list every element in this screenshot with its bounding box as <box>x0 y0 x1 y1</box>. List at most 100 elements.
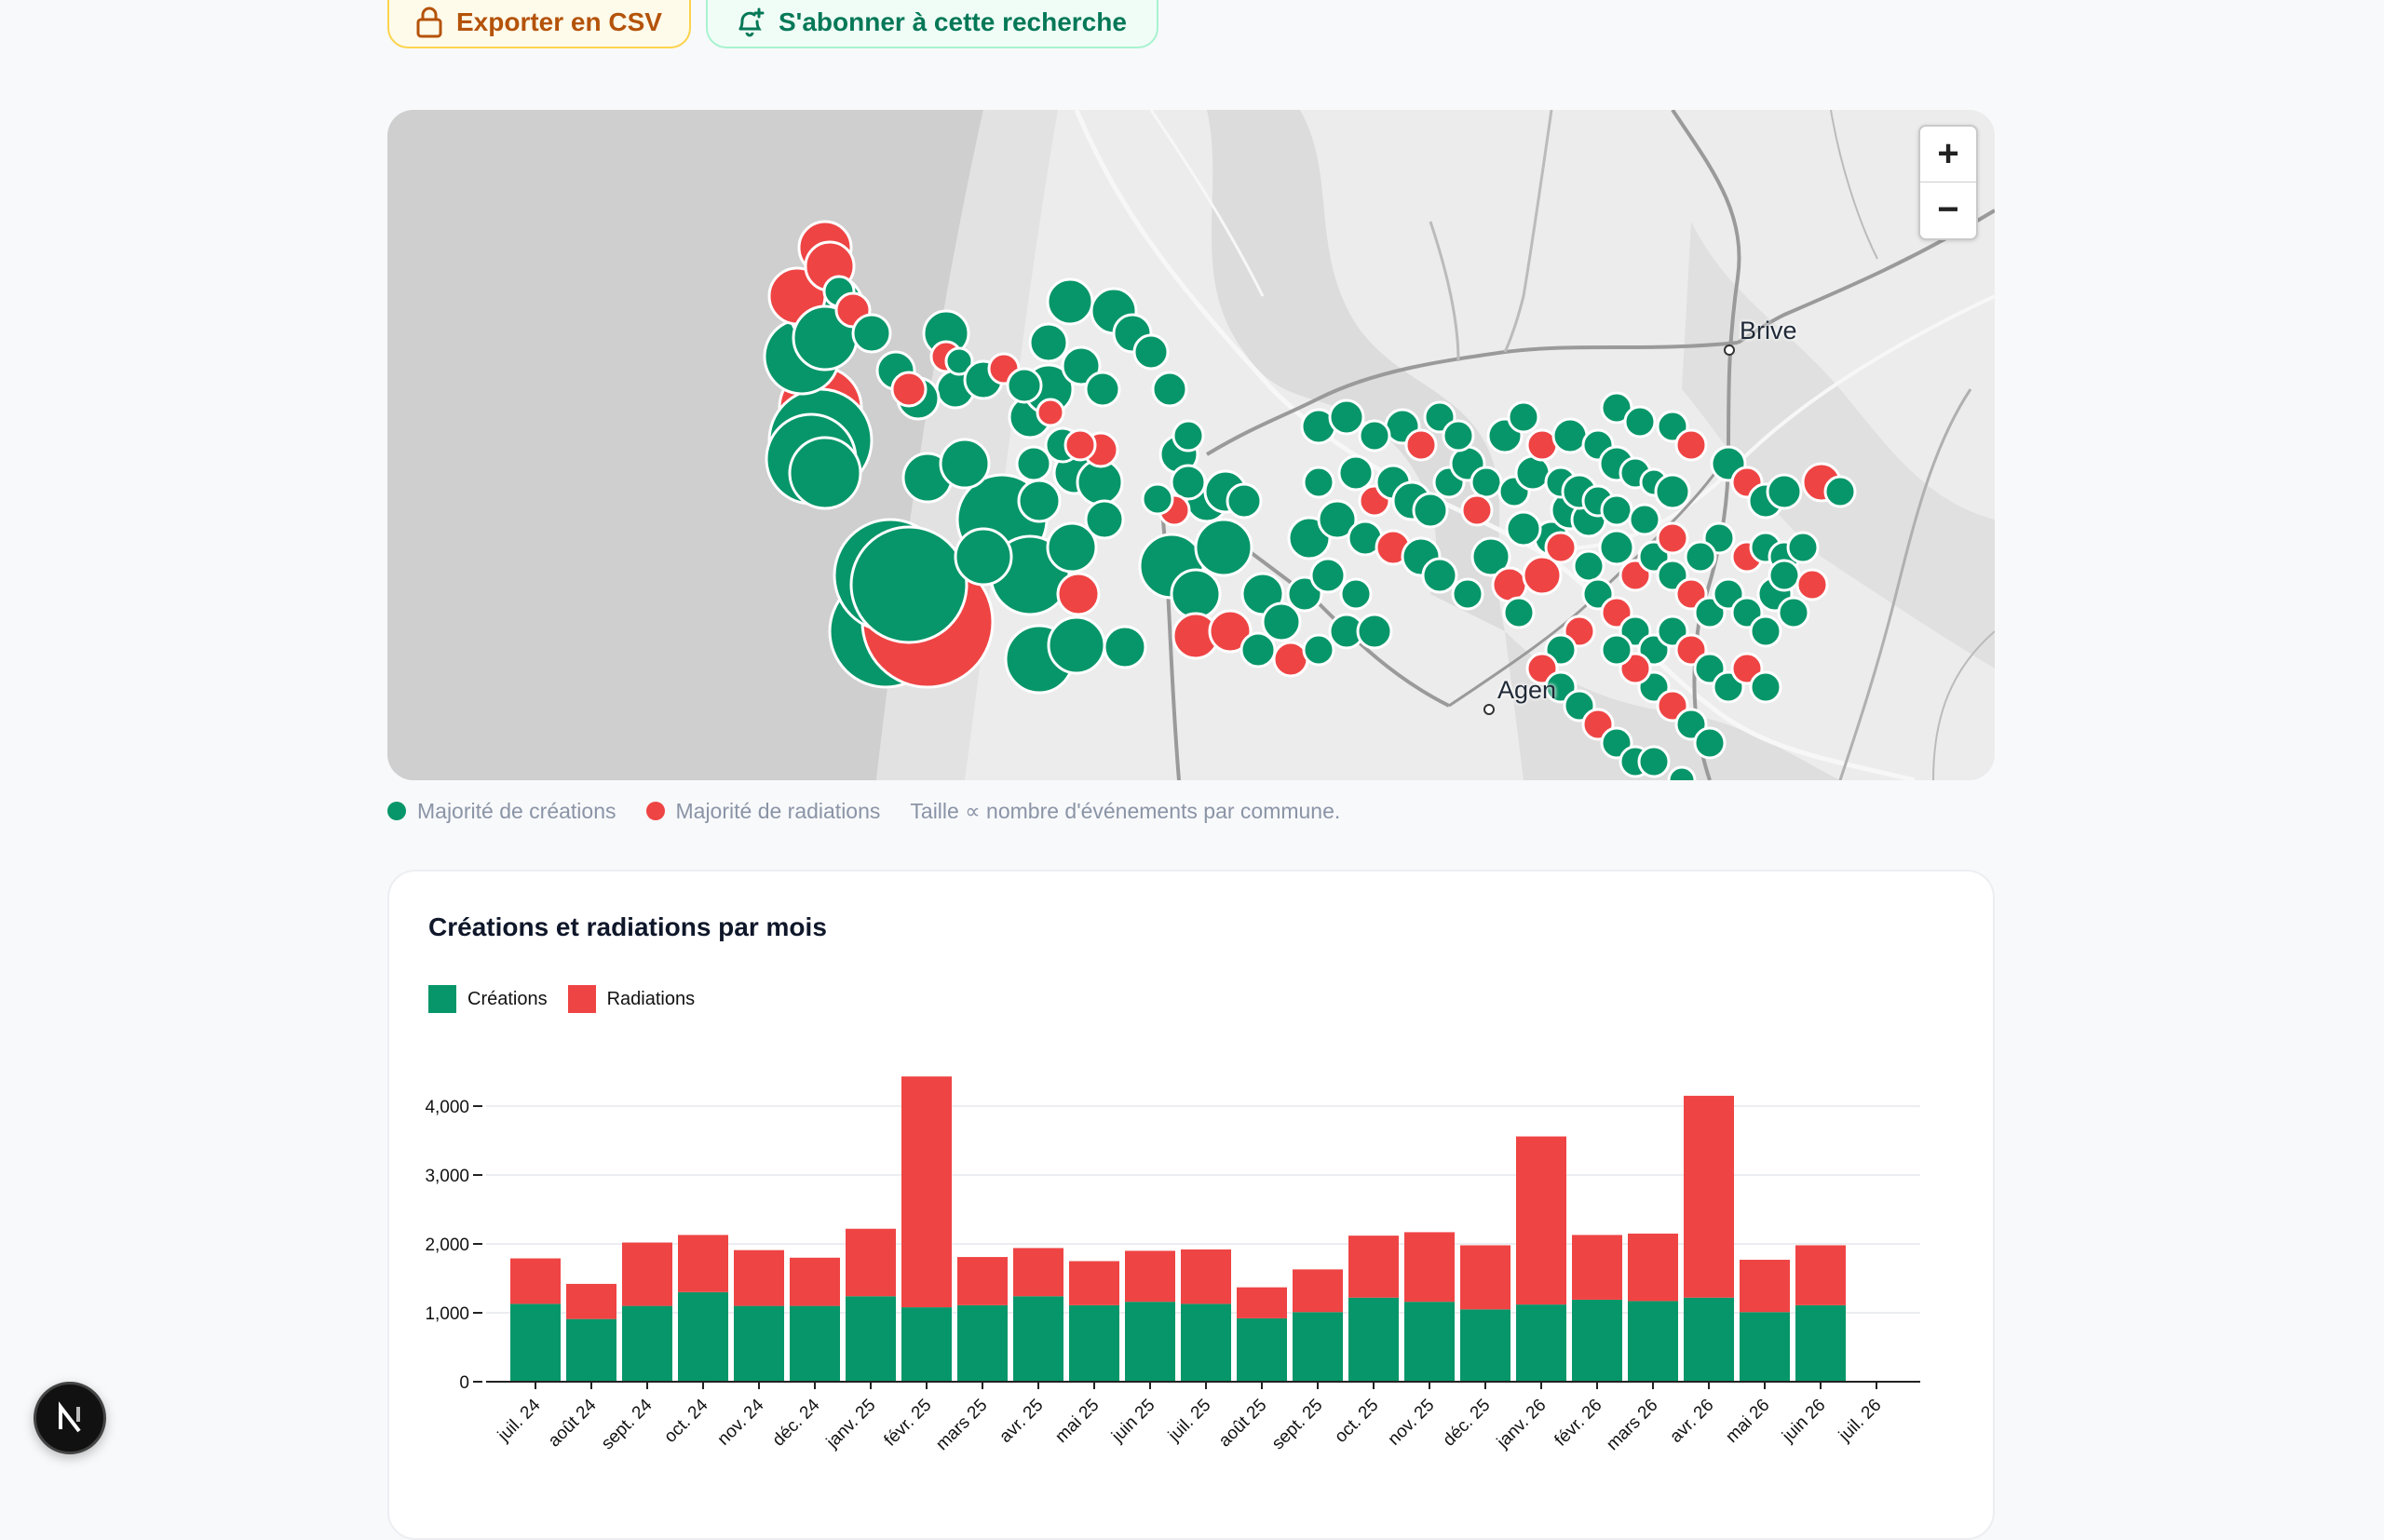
commune-bubble-radiations[interactable] <box>1272 641 1309 678</box>
commune-bubble-radiations[interactable] <box>1063 428 1097 462</box>
bar-radiations[interactable] <box>846 1228 896 1297</box>
nextjs-dev-badge[interactable] <box>34 1382 106 1454</box>
commune-bubble-creations[interactable] <box>1768 559 1801 592</box>
bar-radiations[interactable] <box>1181 1249 1231 1304</box>
commune-bubble-creations[interactable] <box>1505 510 1542 547</box>
bar-radiations[interactable] <box>1237 1287 1287 1318</box>
bar-creations[interactable] <box>1516 1304 1566 1382</box>
commune-bubble-creations[interactable] <box>1084 371 1121 408</box>
bar-radiations[interactable] <box>622 1242 672 1306</box>
commune-bubble-radiations[interactable] <box>1674 428 1708 462</box>
commune-bubble-creations[interactable] <box>1766 473 1803 510</box>
bar-radiations[interactable] <box>1795 1245 1846 1305</box>
bar-radiations[interactable] <box>1069 1261 1119 1305</box>
commune-bubble-creations[interactable] <box>1514 454 1551 492</box>
commune-bubble-radiations[interactable] <box>1056 572 1101 616</box>
bar-creations[interactable] <box>1237 1317 1287 1382</box>
bar-radiations[interactable] <box>566 1283 616 1319</box>
bar-creations[interactable] <box>901 1307 952 1382</box>
commune-bubble-radiations[interactable] <box>1404 428 1438 462</box>
commune-bubble-creations[interactable] <box>1339 577 1373 611</box>
bar-creations[interactable] <box>846 1296 896 1382</box>
zoom-in-button[interactable]: + <box>1920 127 1976 182</box>
commune-bubble-creations[interactable] <box>1015 445 1052 482</box>
commune-bubble-creations[interactable] <box>1358 419 1391 453</box>
commune-bubble-creations[interactable] <box>849 525 968 644</box>
bar-creations[interactable] <box>1740 1312 1790 1382</box>
commune-bubble-creations[interactable] <box>1172 419 1205 453</box>
commune-bubble-creations[interactable] <box>1637 745 1671 778</box>
commune-bubble-creations[interactable] <box>1600 633 1633 667</box>
commune-bubble-creations[interactable] <box>1309 557 1347 594</box>
commune-bubble-creations[interactable] <box>1507 400 1540 434</box>
bar-radiations[interactable] <box>1404 1232 1455 1303</box>
commune-bubble-creations[interactable] <box>851 313 892 354</box>
bar-creations[interactable] <box>1181 1304 1231 1382</box>
commune-bubble-creations[interactable] <box>1356 613 1393 650</box>
commune-bubble-creations[interactable] <box>1749 670 1782 704</box>
bar-creations[interactable] <box>1125 1302 1175 1382</box>
bar-radiations[interactable] <box>1572 1235 1622 1300</box>
bar-radiations[interactable] <box>1013 1248 1063 1297</box>
commune-bubble-creations[interactable] <box>1451 577 1484 611</box>
commune-bubble-creations[interactable] <box>1693 726 1727 760</box>
bar-radiations[interactable] <box>678 1235 728 1292</box>
commune-bubble-creations[interactable] <box>1302 466 1335 499</box>
commune-bubble-creations[interactable] <box>1084 499 1125 540</box>
bar-creations[interactable] <box>622 1305 672 1382</box>
bar-creations[interactable] <box>1684 1297 1734 1382</box>
commune-bubble-creations[interactable] <box>1412 492 1449 529</box>
map-view[interactable]: Brive Agen + − <box>387 110 1995 780</box>
bar-creations[interactable] <box>790 1305 840 1382</box>
commune-bubble-creations[interactable] <box>1684 540 1717 574</box>
bar-creations[interactable] <box>1348 1297 1399 1382</box>
bar-creations[interactable] <box>1795 1304 1846 1382</box>
commune-bubble-creations[interactable] <box>1151 371 1188 408</box>
commune-bubble-creations[interactable] <box>1598 529 1635 566</box>
commune-bubble-creations[interactable] <box>1170 464 1207 501</box>
bar-radiations[interactable] <box>510 1258 561 1304</box>
export-csv-button[interactable]: Exporter en CSV <box>387 0 691 48</box>
commune-bubble-creations[interactable] <box>1502 596 1536 629</box>
commune-bubble-radiations[interactable] <box>1460 493 1494 527</box>
commune-bubble-creations[interactable] <box>1654 473 1691 510</box>
bar-creations[interactable] <box>1404 1302 1455 1382</box>
bar-radiations[interactable] <box>1460 1245 1510 1310</box>
commune-bubble-creations[interactable] <box>1749 615 1782 648</box>
bar-radiations[interactable] <box>1740 1260 1790 1313</box>
bar-radiations[interactable] <box>1125 1250 1175 1303</box>
commune-bubble-creations[interactable] <box>1421 557 1458 594</box>
bar-radiations[interactable] <box>790 1257 840 1306</box>
bar-creations[interactable] <box>566 1318 616 1382</box>
commune-bubble-creations[interactable] <box>1047 615 1106 675</box>
commune-bubble-radiations[interactable] <box>1544 531 1578 564</box>
commune-bubble-creations[interactable] <box>1786 531 1820 564</box>
commune-bubble-creations[interactable] <box>1337 454 1375 492</box>
commune-bubble-creations[interactable] <box>1046 277 1094 326</box>
bar-radiations[interactable] <box>734 1250 784 1306</box>
commune-bubble-creations[interactable] <box>1103 625 1147 669</box>
commune-bubble-creations[interactable] <box>1028 322 1069 363</box>
bar-creations[interactable] <box>510 1304 561 1382</box>
commune-bubble-creations[interactable] <box>1302 633 1335 667</box>
bar-radiations[interactable] <box>957 1257 1008 1305</box>
bar-radiations[interactable] <box>1293 1269 1343 1313</box>
commune-bubble-creations[interactable] <box>1628 503 1661 536</box>
commune-bubble-creations[interactable] <box>1470 466 1503 499</box>
commune-bubble-creations[interactable] <box>1017 479 1062 523</box>
commune-bubble-creations[interactable] <box>1170 568 1222 620</box>
commune-bubble-creations[interactable] <box>1239 631 1277 669</box>
commune-bubble-creations[interactable] <box>1600 493 1633 527</box>
subscribe-search-button[interactable]: S'abonner à cette recherche <box>706 0 1158 48</box>
commune-bubble-creations[interactable] <box>1328 399 1365 436</box>
commune-bubble-radiations[interactable] <box>1656 521 1689 555</box>
bar-creations[interactable] <box>1460 1309 1510 1382</box>
commune-bubble-creations[interactable] <box>1006 367 1043 404</box>
commune-bubble-radiations[interactable] <box>890 371 928 408</box>
commune-bubble-creations[interactable] <box>1823 475 1857 508</box>
commune-bubble-radiations[interactable] <box>1491 566 1528 603</box>
commune-bubble-creations[interactable] <box>1572 549 1605 583</box>
commune-bubble-creations[interactable] <box>1551 417 1589 454</box>
commune-bubble-radiations[interactable] <box>1036 398 1065 427</box>
bar-creations[interactable] <box>1013 1296 1063 1382</box>
